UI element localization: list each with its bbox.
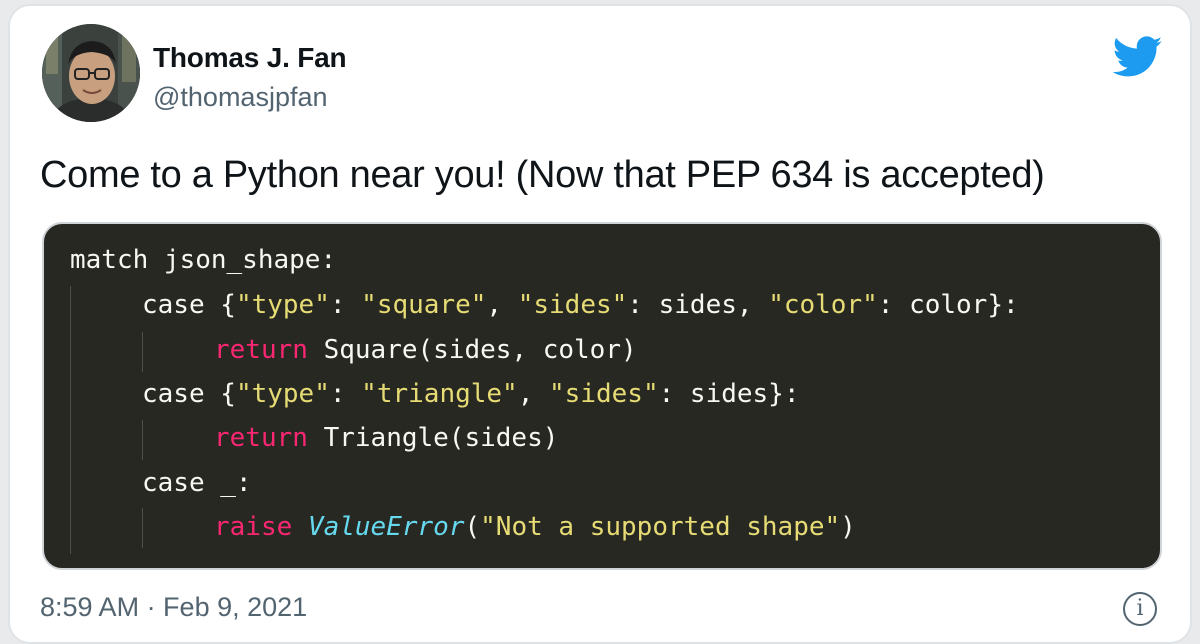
code-string: "triangle" (361, 379, 518, 409)
code-line-2: case {"type": "square", "sides": sides, … (142, 290, 1019, 320)
code-image[interactable]: match json_shape: case {"type": "square"… (42, 222, 1162, 570)
twitter-bird-icon[interactable] (1112, 36, 1163, 78)
code-keyword-raise: raise (214, 512, 293, 542)
code-line-7: raise ValueError("Not a supported shape"… (214, 512, 856, 542)
code-keyword-return: return (214, 423, 308, 453)
code-string: "sides" (549, 379, 659, 409)
code-text: : sides}: (658, 379, 800, 409)
indent-guide (142, 420, 143, 460)
code-text: Triangle(sides) (307, 423, 559, 453)
code-keyword-case: case (142, 290, 221, 320)
info-icon[interactable]: i (1123, 592, 1157, 626)
code-text: Square(sides, color) (307, 335, 637, 365)
code-text: match json_shape: (70, 245, 337, 275)
code-string: "square" (361, 290, 487, 320)
indent-guide (70, 286, 71, 554)
avatar-photo (42, 24, 140, 122)
code-string: "type" (235, 379, 330, 409)
author-handle[interactable]: @thomasjpfan (153, 82, 328, 113)
code-punct: , (517, 379, 550, 409)
code-brace: { (220, 290, 236, 320)
code-keyword-case: case (142, 379, 221, 409)
code-punct: : (329, 290, 362, 320)
code-string: "type" (235, 290, 330, 320)
code-class-name: ValueError (307, 512, 465, 542)
code-paren: ) (840, 512, 856, 542)
code-string: "color" (768, 290, 878, 320)
code-punct: , (486, 290, 518, 320)
code-line-4: case {"type": "triangle", "sides": sides… (142, 379, 800, 409)
tweet-card: Thomas J. Fan @thomasjpfan Come to a Pyt… (8, 4, 1192, 644)
code-string: "sides" (517, 290, 628, 320)
code-brace: { (220, 379, 236, 409)
indent-guide (142, 508, 143, 548)
avatar[interactable] (42, 24, 140, 122)
code-line-6: case _: (142, 468, 252, 498)
code-text: : sides, (627, 290, 769, 320)
author-display-name[interactable]: Thomas J. Fan (153, 42, 347, 74)
code-text: case _: (142, 468, 252, 498)
code-punct: : (329, 379, 362, 409)
code-string: "Not a supported shape" (480, 512, 841, 542)
code-keyword-return: return (214, 335, 308, 365)
code-line-3: return Square(sides, color) (214, 335, 637, 365)
code-line-5: return Triangle(sides) (214, 423, 558, 453)
code-line-1: match json_shape: (70, 245, 336, 275)
code-text: : color}: (877, 290, 1019, 320)
tweet-timestamp[interactable]: 8:59 AM · Feb 9, 2021 (40, 592, 307, 623)
code-paren: ( (464, 512, 481, 542)
tweet-text: Come to a Python near you! (Now that PEP… (40, 154, 1045, 196)
indent-guide (142, 332, 143, 372)
